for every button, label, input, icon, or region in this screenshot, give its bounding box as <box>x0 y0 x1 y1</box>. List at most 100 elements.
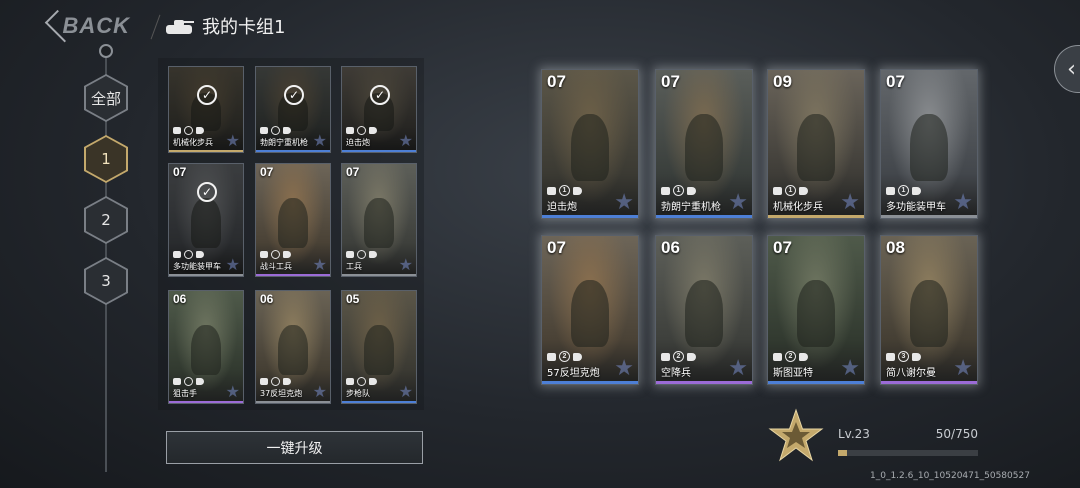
unit-silhouette <box>796 280 836 347</box>
unit-silhouette <box>684 114 724 181</box>
rarity-bar <box>656 381 752 384</box>
rarity-bar <box>768 381 864 384</box>
card-count-badge: 3 <box>898 351 909 362</box>
rarity-bar <box>256 401 330 403</box>
card-icon-row <box>260 250 291 259</box>
unit-type-icon <box>260 127 268 134</box>
card-name: 步枪队 <box>346 389 370 398</box>
card-name: 37反坦克炮 <box>260 389 303 398</box>
unit-type-icon <box>173 251 181 258</box>
flag-icon <box>687 352 696 361</box>
unit-type-icon <box>661 186 670 195</box>
unit-silhouette <box>191 324 221 375</box>
card-count-badge <box>271 126 280 135</box>
card-name: 57反坦克炮 <box>547 368 600 379</box>
flag-icon <box>196 251 204 258</box>
rarity-bar <box>768 215 864 218</box>
unit-silhouette <box>909 114 949 181</box>
unit-type-icon <box>260 378 268 385</box>
unit-card[interactable]: 07 工兵 ★ <box>341 163 417 277</box>
flag-icon <box>912 186 921 195</box>
unit-card[interactable]: 06 37反坦克炮 ★ <box>255 290 331 404</box>
deck-title: 我的卡组1 <box>166 12 285 40</box>
rarity-star-icon: ★ <box>614 190 634 215</box>
xp-progress-track <box>838 450 978 456</box>
unit-silhouette <box>796 114 836 181</box>
filter-tab-all[interactable]: 全部 <box>84 74 128 122</box>
rarity-bar <box>342 274 416 276</box>
card-name: 战斗工兵 <box>260 262 292 271</box>
card-icon-row <box>260 126 291 135</box>
upgrade-all-button[interactable]: 一键升级 <box>166 431 423 464</box>
filter-tab-label: 3 <box>86 259 126 303</box>
card-cost: 06 <box>173 292 187 306</box>
card-icon-row: 1 <box>886 185 921 196</box>
rarity-star-icon: ★ <box>840 356 860 381</box>
card-icon-row <box>173 126 204 135</box>
card-icon-row <box>173 250 204 259</box>
rarity-star-icon: ★ <box>728 356 748 381</box>
check-icon: ✓ <box>284 85 304 105</box>
filter-tab-3[interactable]: 3 <box>84 257 128 305</box>
rarity-bar <box>169 401 243 403</box>
card-name: 多功能装甲车 <box>886 202 946 213</box>
card-name: 迫击炮 <box>346 138 370 147</box>
card-cost: 07 <box>661 72 680 91</box>
unit-card[interactable]: 06 2 空降兵 ★ <box>655 235 753 385</box>
unit-card[interactable]: 07 2 斯图亚特 ★ <box>767 235 865 385</box>
unit-card[interactable]: ✓ 勃朗宁重机枪 ★ <box>255 66 331 153</box>
card-icon-row: 1 <box>547 185 582 196</box>
card-name: 空降兵 <box>661 368 691 379</box>
card-count-badge: 2 <box>785 351 796 362</box>
filter-rail-dot <box>99 44 113 58</box>
card-name: 勃朗宁重机枪 <box>661 202 721 213</box>
unit-card[interactable]: 05 步枪队 ★ <box>341 290 417 404</box>
card-count-badge: 1 <box>673 185 684 196</box>
expand-panel-button[interactable]: ‹ <box>1054 45 1080 93</box>
unit-card[interactable]: ✓ 07 多功能装甲车 ★ <box>168 163 244 277</box>
unit-silhouette <box>684 280 724 347</box>
unit-silhouette <box>570 114 610 181</box>
rarity-star-icon: ★ <box>398 131 413 150</box>
card-cost: 07 <box>886 72 905 91</box>
unit-card[interactable]: 06 狙击手 ★ <box>168 290 244 404</box>
unit-card[interactable]: 07 2 57反坦克炮 ★ <box>541 235 639 385</box>
unit-type-icon <box>173 378 181 385</box>
unit-card[interactable]: 08 3 简八谢尔曼 ★ <box>880 235 978 385</box>
back-button[interactable]: BACK <box>40 8 130 44</box>
rarity-bar <box>881 215 977 218</box>
unit-type-icon <box>173 127 181 134</box>
rarity-bar <box>656 215 752 218</box>
card-icon-row: 3 <box>886 351 921 362</box>
card-cost: 07 <box>260 165 274 179</box>
rarity-star-icon: ★ <box>225 255 240 274</box>
version-text: 1_0_1.2.6_10_10520471_50580527 <box>870 471 1030 481</box>
rarity-star-icon: ★ <box>953 356 973 381</box>
rarity-star-icon: ★ <box>614 356 634 381</box>
unit-card[interactable]: 07 战斗工兵 ★ <box>255 163 331 277</box>
rarity-bar <box>256 274 330 276</box>
unit-card[interactable]: ✓ 迫击炮 ★ <box>341 66 417 153</box>
rarity-bar <box>342 150 416 152</box>
filter-tab-1[interactable]: 1 <box>84 135 128 183</box>
unit-type-icon <box>886 186 895 195</box>
unit-silhouette <box>364 197 394 248</box>
flag-icon <box>369 127 377 134</box>
unit-type-icon <box>886 352 895 361</box>
unit-card[interactable]: 07 1 迫击炮 ★ <box>541 69 639 219</box>
check-icon: ✓ <box>197 182 217 202</box>
card-name: 机械化步兵 <box>173 138 213 147</box>
card-count-badge: 1 <box>785 185 796 196</box>
card-name: 迫击炮 <box>547 202 577 213</box>
flag-icon <box>799 186 808 195</box>
filter-tab-2[interactable]: 2 <box>84 196 128 244</box>
flag-icon <box>369 251 377 258</box>
unit-card[interactable]: 07 1 多功能装甲车 ★ <box>880 69 978 219</box>
card-cost: 07 <box>547 238 566 257</box>
rarity-bar <box>542 381 638 384</box>
flag-icon <box>912 352 921 361</box>
unit-card[interactable]: 07 1 勃朗宁重机枪 ★ <box>655 69 753 219</box>
unit-card[interactable]: 09 1 机械化步兵 ★ <box>767 69 865 219</box>
unit-card[interactable]: ✓ 机械化步兵 ★ <box>168 66 244 153</box>
card-name: 工兵 <box>346 262 362 271</box>
